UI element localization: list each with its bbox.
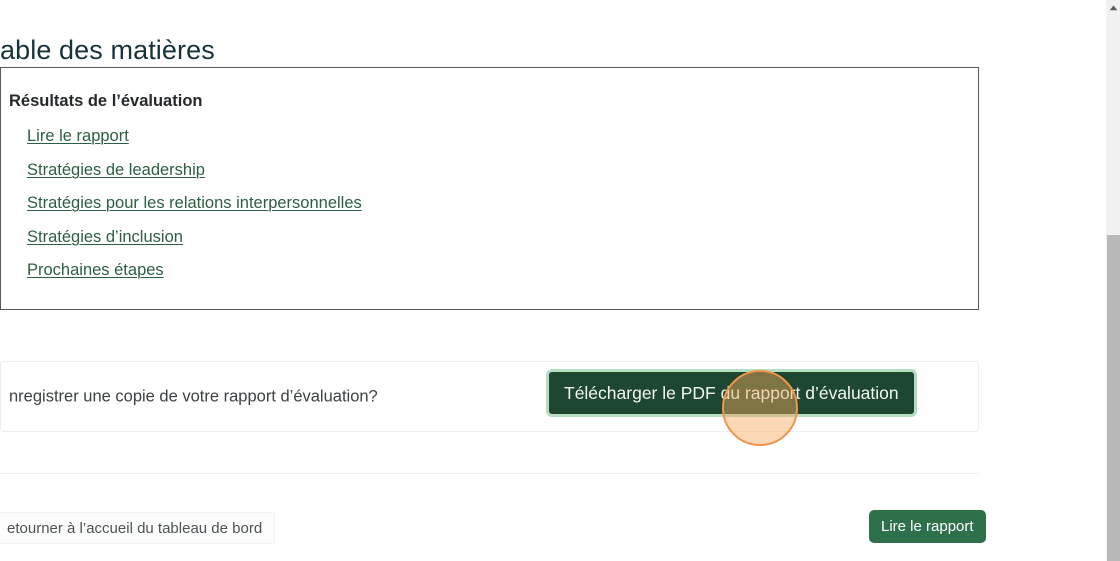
download-pdf-button[interactable]: Télécharger le PDF du rapport d’évaluati… (549, 372, 914, 414)
scroll-up-arrow-icon[interactable] (1106, 0, 1120, 16)
toc-link-list: Lire le rapport Stratégies de leadership… (27, 120, 362, 288)
toc-section-heading: Résultats de l’évaluation (9, 92, 203, 110)
list-item: Lire le rapport (27, 120, 362, 154)
list-item: Stratégies de leadership (27, 154, 362, 188)
toc-link-strategies-dinclusion[interactable]: Stratégies d’inclusion (27, 228, 183, 246)
download-report-card: nregistrer une copie de votre rapport d’… (0, 361, 979, 432)
vertical-scrollbar[interactable] (1105, 0, 1120, 561)
scrollbar-thumb[interactable] (1107, 235, 1120, 561)
download-prompt-text: nregistrer une copie de votre rapport d’… (9, 387, 378, 405)
list-item: Stratégies d’inclusion (27, 221, 362, 255)
table-of-contents-box: Résultats de l’évaluation Lire le rappor… (0, 67, 979, 310)
back-to-dashboard-button[interactable]: etourner à l’accueil du tableau de bord (0, 512, 276, 544)
toc-link-prochaines-etapes[interactable]: Prochaines étapes (27, 261, 164, 279)
footer-divider (0, 473, 979, 474)
toc-link-strategies-de-leadership[interactable]: Stratégies de leadership (27, 161, 205, 179)
toc-link-lire-le-rapport[interactable]: Lire le rapport (27, 127, 129, 145)
toc-link-strategies-relations-interpersonnelles[interactable]: Stratégies pour les relations interperso… (27, 194, 362, 212)
page-title: able des matières (0, 35, 215, 66)
page-viewport: able des matières Résultats de l’évaluat… (0, 0, 1102, 561)
list-item: Stratégies pour les relations interperso… (27, 187, 362, 221)
list-item: Prochaines étapes (27, 254, 362, 288)
read-report-button[interactable]: Lire le rapport (869, 510, 986, 543)
